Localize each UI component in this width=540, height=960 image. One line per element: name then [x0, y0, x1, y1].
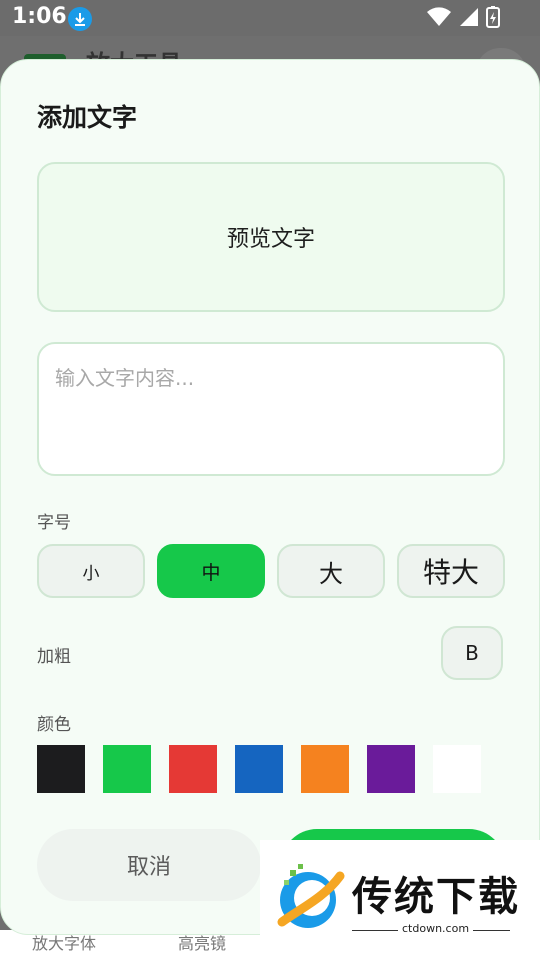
font-size-options: 小 中 大 特大	[37, 544, 505, 598]
status-icons	[426, 6, 500, 28]
color-swatch-green[interactable]	[103, 745, 151, 793]
signal-icon	[460, 8, 478, 26]
font-size-label: 字号	[37, 513, 71, 533]
color-swatch-black[interactable]	[37, 745, 85, 793]
color-swatch-red[interactable]	[169, 745, 217, 793]
watermark-overlay: 传统下载 ctdown.com	[260, 840, 540, 960]
size-medium-button[interactable]: 中	[157, 544, 265, 598]
color-swatch-orange[interactable]	[301, 745, 349, 793]
cancel-button[interactable]: 取消	[37, 829, 261, 901]
size-large-button[interactable]: 大	[277, 544, 385, 598]
add-text-dialog: 添加文字 预览文字 字号 小 中 大 特大 加粗 B 颜色 取消	[0, 59, 540, 935]
bold-label: 加粗	[37, 647, 71, 667]
text-preview-box: 预览文字	[37, 162, 505, 312]
size-xlarge-button[interactable]: 特大	[397, 544, 505, 598]
color-swatch-white[interactable]	[433, 745, 481, 793]
color-label: 颜色	[37, 715, 71, 735]
color-swatch-blue[interactable]	[235, 745, 283, 793]
wifi-icon	[427, 7, 451, 26]
status-time: 1:06	[12, 4, 67, 29]
color-swatch-purple[interactable]	[367, 745, 415, 793]
battery-icon	[486, 6, 500, 28]
watermark-url: ctdown.com	[398, 922, 474, 935]
dialog-title: 添加文字	[37, 103, 138, 132]
watermark-brand: 传统下载	[352, 874, 520, 920]
download-icon	[68, 7, 92, 31]
size-small-button[interactable]: 小	[37, 544, 145, 598]
text-content-input[interactable]	[37, 342, 505, 476]
status-bar: 1:06	[0, 0, 540, 36]
watermark-logo-icon	[277, 864, 345, 928]
preview-text: 预览文字	[226, 227, 315, 252]
bold-toggle-button[interactable]: B	[441, 626, 503, 680]
